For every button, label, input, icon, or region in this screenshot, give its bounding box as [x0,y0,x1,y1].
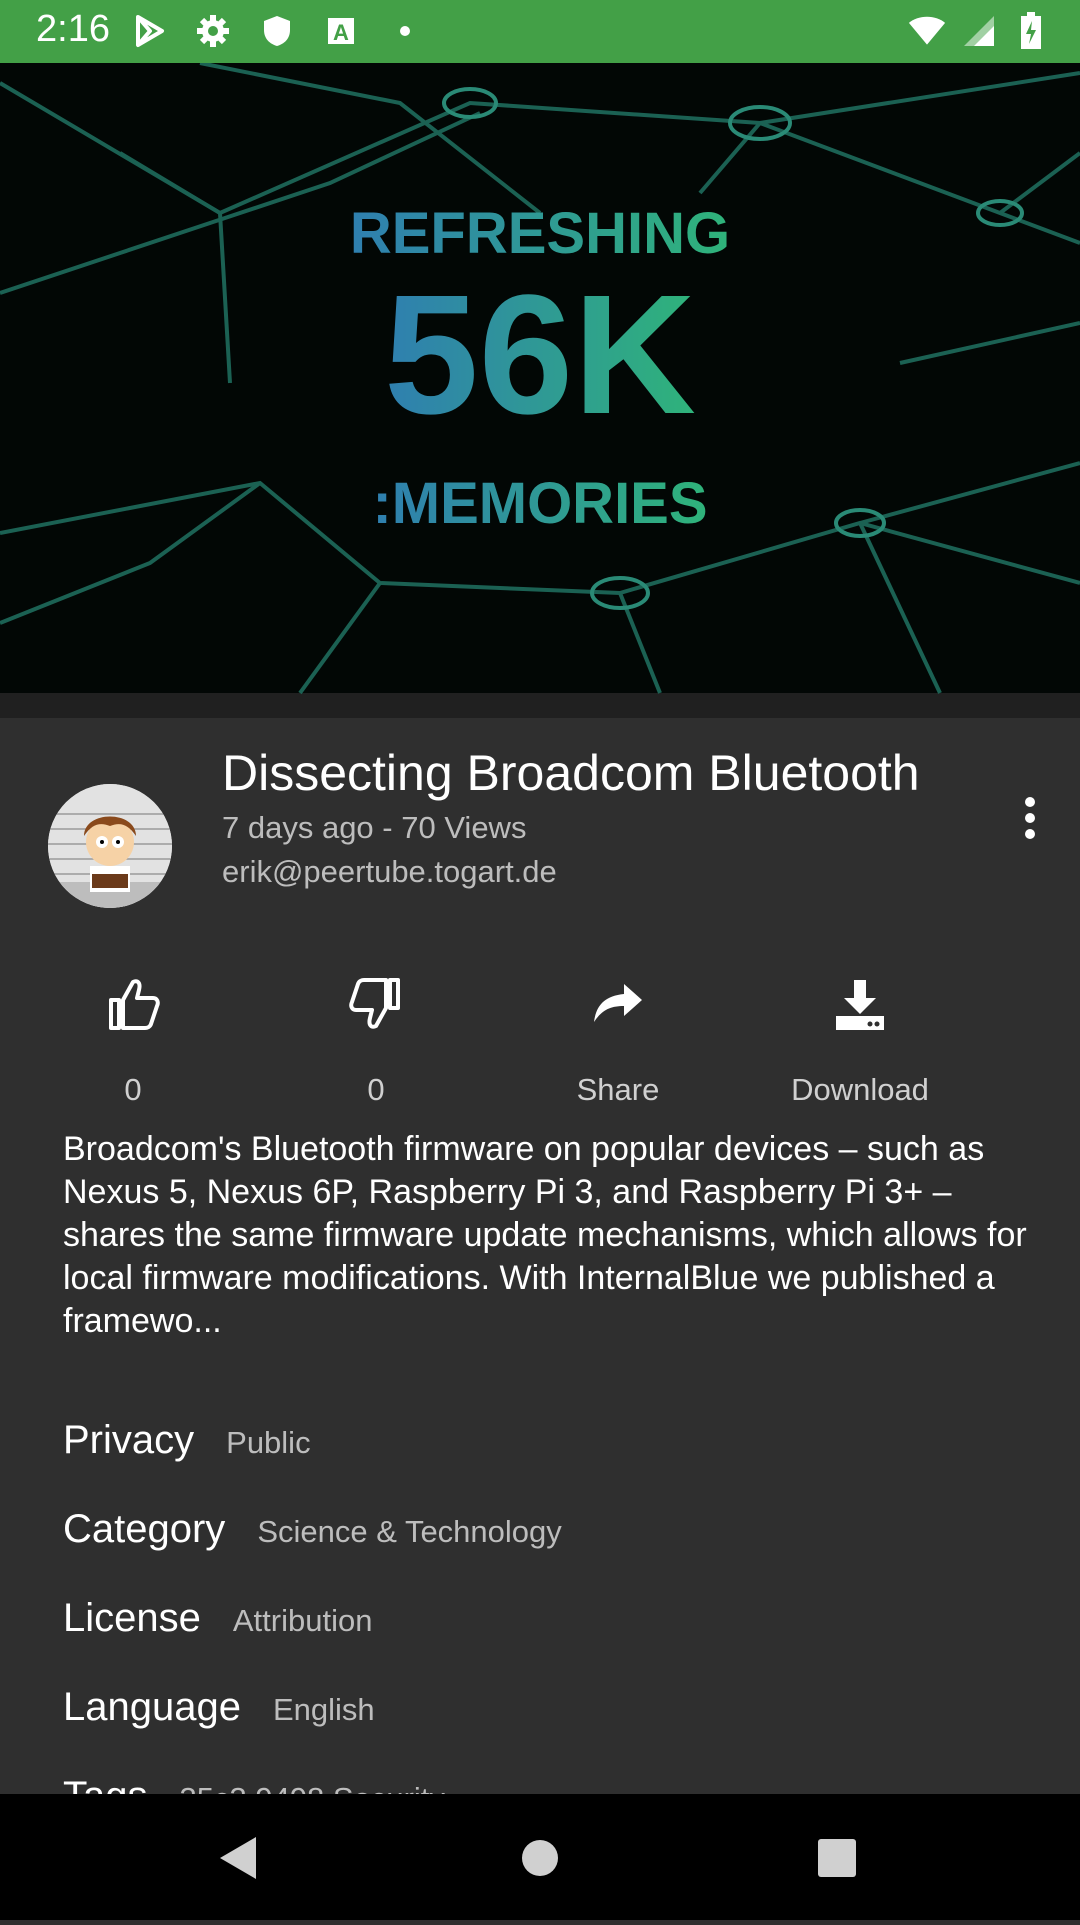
navigation-bar [0,1794,1080,1920]
video-title: Dissecting Broadcom Bluetooth [222,745,920,801]
thumbs-down-icon [256,976,496,1040]
text-a-icon: A [322,12,360,50]
signal-icon [960,12,998,50]
thumbnail-text-top: REFRESHING [350,201,730,266]
share-label: Share [576,1072,660,1107]
status-icons-left: A [130,12,424,50]
share-icon [498,976,738,1040]
status-time: 2:16 [36,8,110,50]
video-author[interactable]: erik@peertube.togart.de [222,854,557,890]
download-icon [740,976,980,1040]
video-info-section: Dissecting Broadcom Bluetooth 7 days ago… [0,718,1080,1818]
detail-key: Category [63,1507,226,1551]
detail-key: Language [63,1685,241,1729]
detail-value: Attribution [232,1603,373,1638]
thumbnail-text-bottom: :MEMORIES [372,471,707,536]
detail-key: License [63,1596,201,1640]
thumbnail-text-mid: 56K [384,260,696,450]
dislike-button[interactable]: 0 [256,952,496,1132]
shield-icon [258,12,296,50]
detail-privacy: Privacy Public [63,1418,311,1463]
detail-license: License Attribution [63,1596,372,1641]
like-button[interactable]: 0 [13,952,253,1132]
detail-key: Privacy [63,1418,195,1462]
detail-language: Language English [63,1685,375,1730]
gear-icon [194,12,232,50]
detail-value: Science & Technology [257,1514,562,1549]
dot-icon [386,12,424,50]
home-icon[interactable] [522,1840,558,1876]
status-bar: 2:16 A [0,0,1080,63]
play-store-icon [130,12,168,50]
video-description: Broadcom's Bluetooth firmware on popular… [63,1130,1027,1340]
thumbs-up-icon [13,976,253,1040]
dislike-count: 0 [367,1072,385,1107]
video-player[interactable]: REFRESHING 56K :MEMORIES [0,63,1080,718]
like-count: 0 [124,1072,142,1107]
download-button[interactable]: Download [740,952,980,1132]
wifi-icon [908,12,946,50]
back-icon[interactable] [220,1837,256,1879]
video-meta: 7 days ago - 70 Views [222,810,527,845]
detail-category: Category Science & Technology [63,1507,562,1552]
action-bar: 0 0 Share Download [0,952,1080,1132]
battery-icon [1012,12,1050,50]
video-thumbnail: REFRESHING 56K :MEMORIES [0,63,1080,718]
download-label: Download [791,1072,929,1107]
avatar[interactable] [48,784,172,908]
recents-icon[interactable] [818,1839,856,1877]
share-button[interactable]: Share [498,952,738,1132]
svg-text:A: A [333,20,349,45]
more-options-icon[interactable] [1010,778,1050,858]
detail-value: English [272,1692,375,1727]
status-icons-right [908,12,1050,50]
detail-value: Public [226,1425,311,1460]
avatar-image [48,784,172,908]
